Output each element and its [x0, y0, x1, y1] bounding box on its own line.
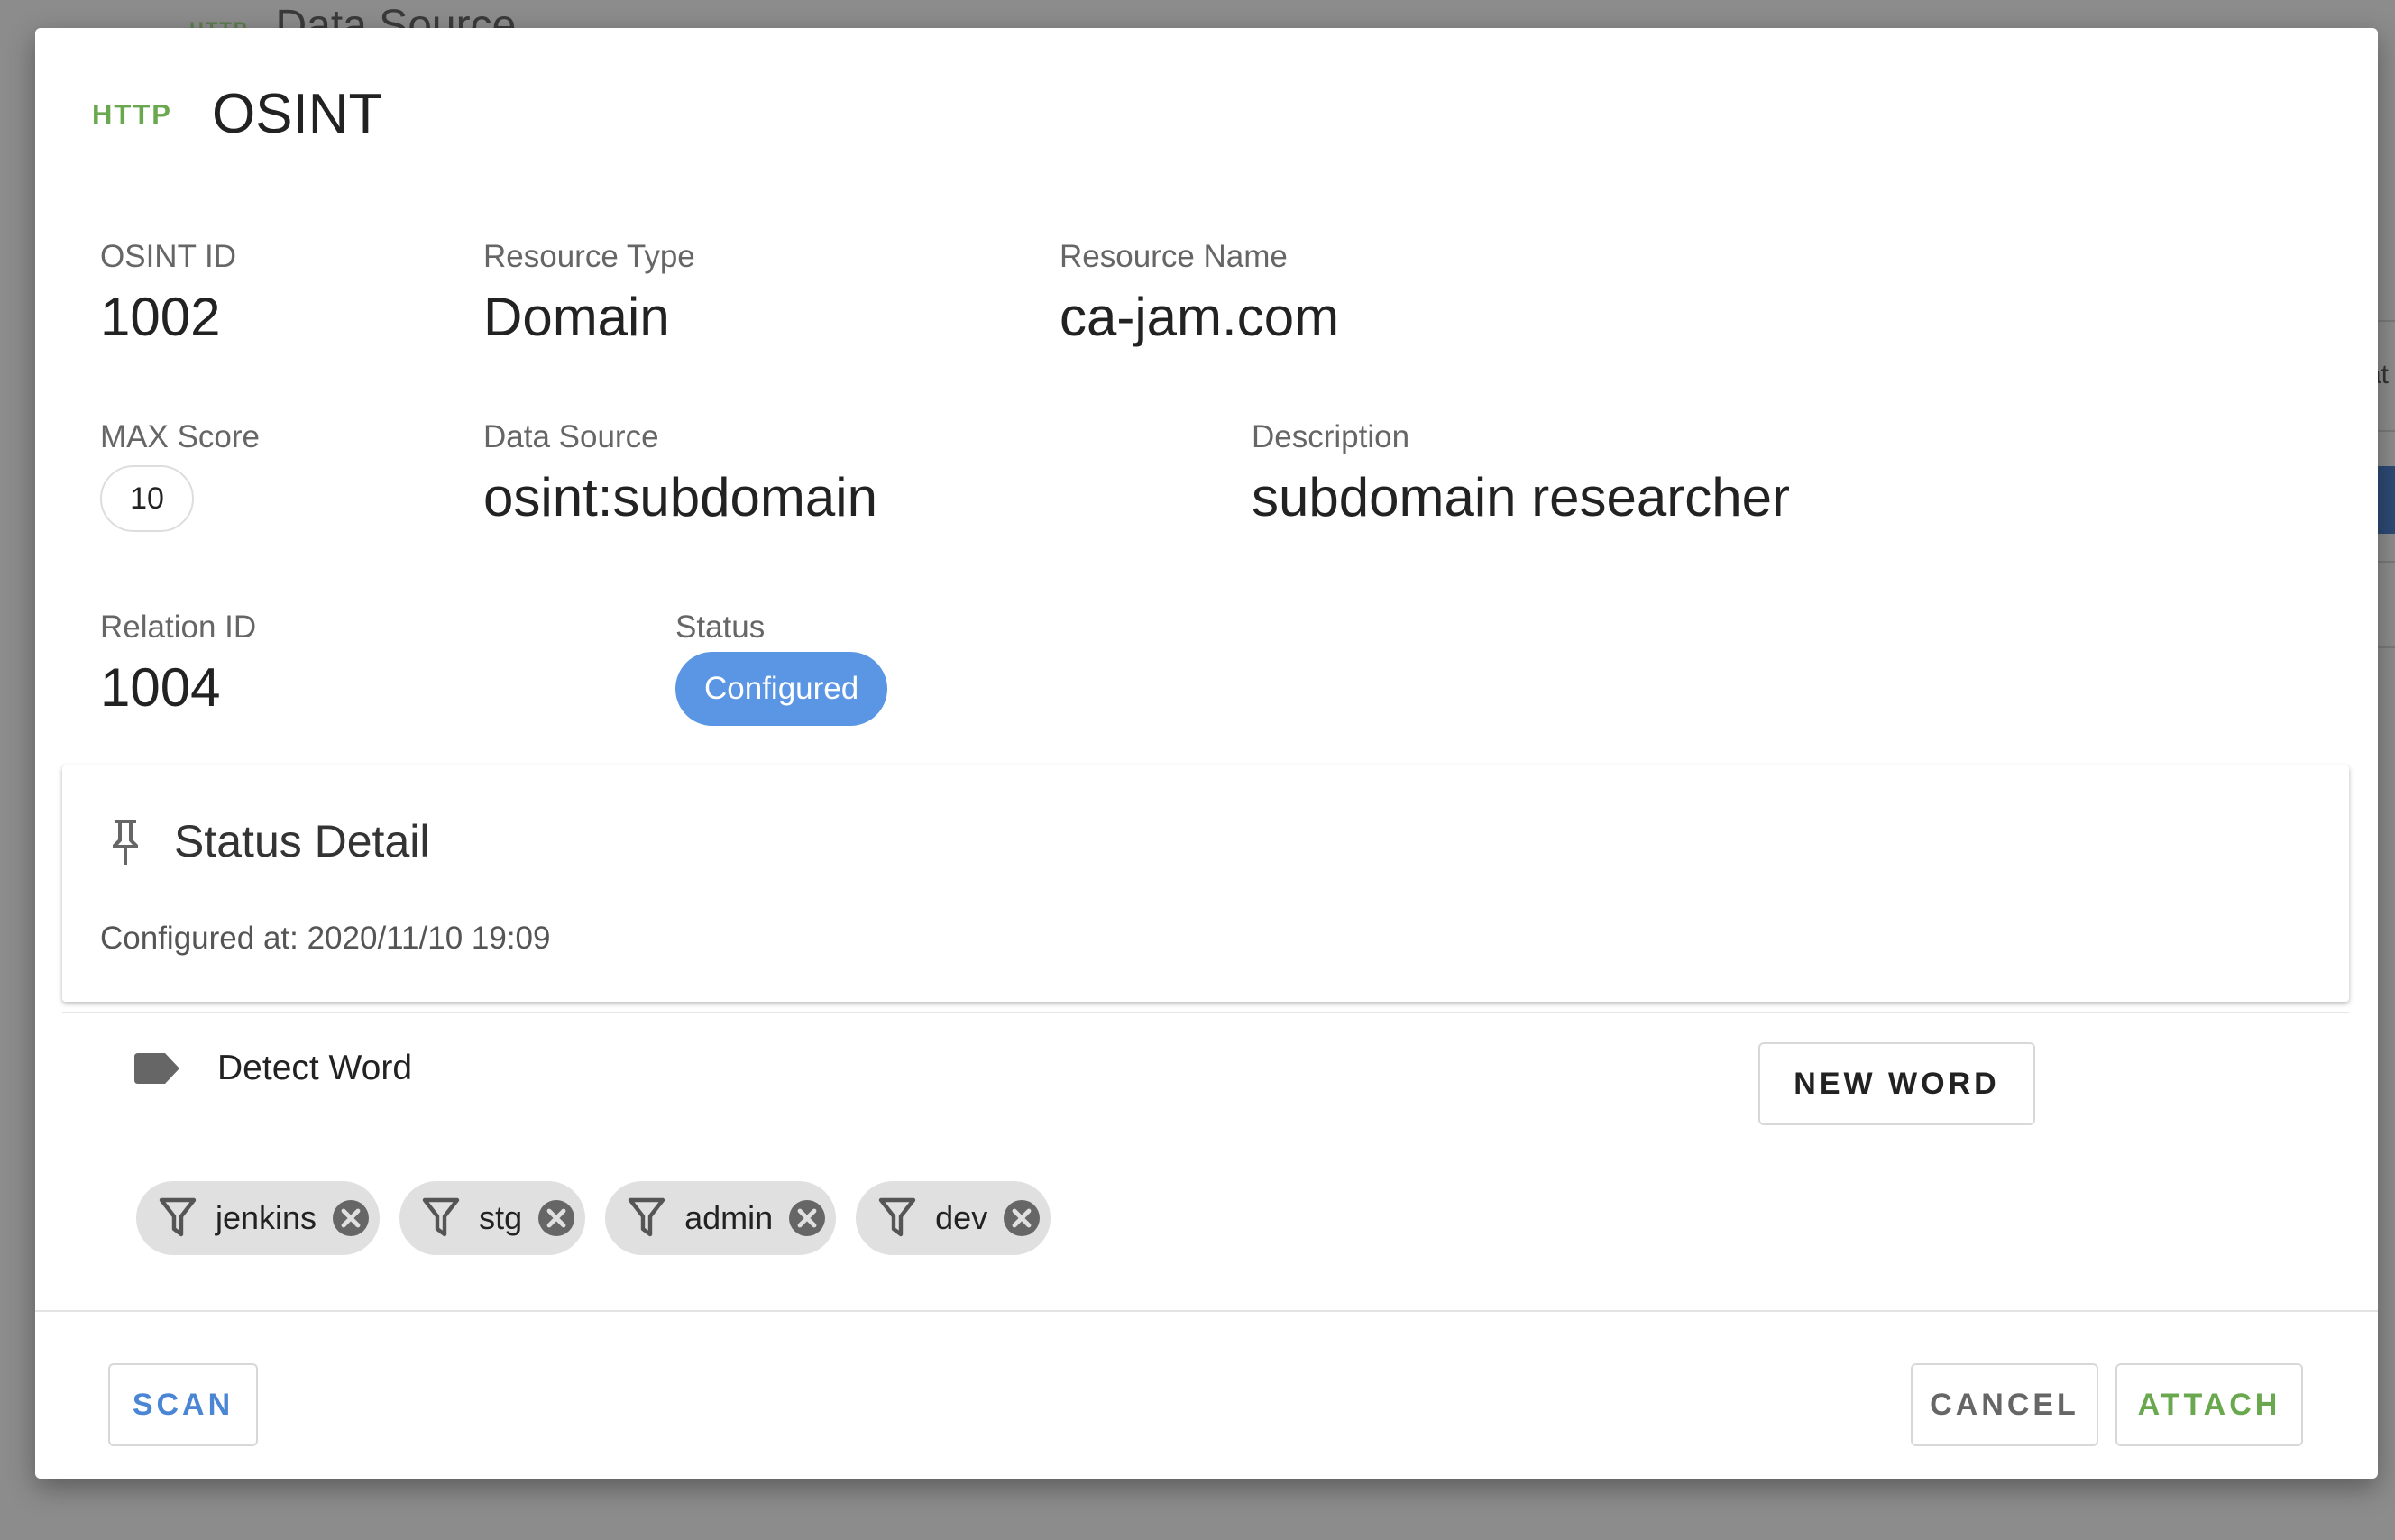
filter-icon	[878, 1197, 916, 1237]
filter-icon	[628, 1197, 665, 1237]
status-detail-header: Status Detail	[107, 815, 429, 867]
resource-name-label: Resource Name	[1060, 239, 1288, 274]
status-field: Status Configured	[675, 610, 888, 726]
close-icon[interactable]	[789, 1200, 826, 1236]
filter-icon	[422, 1197, 460, 1237]
osint-id-field: OSINT ID 1002	[100, 241, 236, 344]
relation-id-field: Relation ID 1004	[100, 611, 256, 715]
detect-word-chips: jenkins stg admin dev	[136, 1181, 1070, 1255]
resource-type-value: Domain	[483, 287, 670, 347]
relation-id-label: Relation ID	[100, 610, 257, 645]
description-label: Description	[1252, 419, 1410, 454]
word-chip[interactable]: stg	[399, 1181, 586, 1255]
relation-id-value: 1004	[100, 657, 221, 718]
max-score-field: MAX Score 10	[100, 421, 260, 532]
max-score-chip: 10	[100, 465, 194, 532]
filter-icon	[159, 1197, 197, 1237]
description-value: subdomain researcher	[1252, 467, 1790, 527]
word-chip-label: dev	[935, 1199, 988, 1236]
resource-name-field: Resource Name ca-jam.com	[1060, 241, 1339, 344]
pin-icon	[113, 820, 138, 865]
word-chip[interactable]: jenkins	[136, 1181, 381, 1255]
scan-button[interactable]: SCAN	[108, 1363, 258, 1446]
description-field: Description subdomain researcher	[1252, 421, 1790, 525]
resource-name-value: ca-jam.com	[1060, 287, 1340, 347]
label-icon	[134, 1053, 179, 1084]
status-label: Status	[675, 610, 766, 645]
osint-id-value: 1002	[100, 287, 221, 347]
word-chip-label: stg	[479, 1199, 523, 1236]
close-icon[interactable]	[538, 1200, 575, 1236]
word-chip[interactable]: dev	[856, 1181, 1051, 1255]
attach-button[interactable]: ATTACH	[2115, 1363, 2303, 1446]
dialog-title: OSINT	[211, 83, 383, 145]
word-chip-label: jenkins	[216, 1199, 317, 1236]
detect-word-title: Detect Word	[217, 1049, 413, 1087]
data-source-value: osint:subdomain	[483, 467, 877, 527]
max-score-label: MAX Score	[100, 419, 260, 454]
status-badge: Configured	[675, 652, 888, 726]
word-chip-label: admin	[684, 1199, 774, 1236]
osint-id-label: OSINT ID	[100, 239, 237, 274]
http-tag: HTTP	[92, 97, 172, 130]
data-source-label: Data Source	[483, 419, 659, 454]
configured-at-text: Configured at: 2020/11/10 19:09	[100, 921, 551, 956]
osint-dialog: HTTP OSINT OSINT ID 1002 Resource Type D…	[35, 28, 2378, 1479]
cancel-button[interactable]: CANCEL	[1911, 1363, 2098, 1446]
status-detail-card: Status Detail Configured at: 2020/11/10 …	[62, 765, 2349, 1002]
resource-type-label: Resource Type	[483, 239, 695, 274]
resource-type-field: Resource Type Domain	[483, 241, 695, 344]
close-icon[interactable]	[1004, 1200, 1041, 1236]
status-detail-title: Status Detail	[174, 816, 430, 866]
data-source-field: Data Source osint:subdomain	[483, 421, 877, 525]
actions-divider	[35, 1310, 2378, 1312]
new-word-button[interactable]: NEW WORD	[1758, 1042, 2035, 1125]
detect-word-header: Detect Word	[134, 1049, 412, 1088]
word-chip[interactable]: admin	[605, 1181, 837, 1255]
dialog-title-row: HTTP OSINT	[92, 82, 382, 146]
section-divider	[62, 1012, 2349, 1013]
close-icon[interactable]	[333, 1200, 370, 1236]
